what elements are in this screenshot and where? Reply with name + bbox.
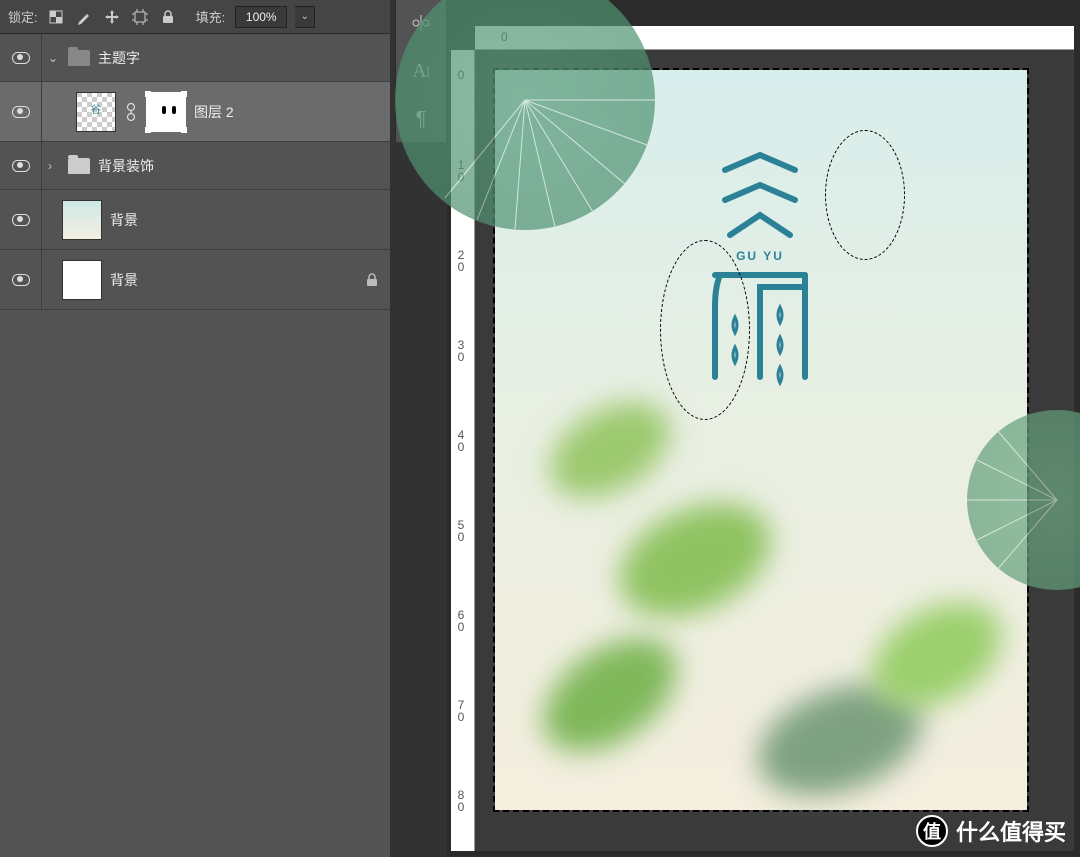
folder-icon [68,50,90,66]
layer-thumbnail[interactable] [62,200,102,240]
lock-icon[interactable] [354,273,390,287]
layer-group-bg-decor[interactable]: › 背景装饰 [0,142,390,190]
layer-group-theme[interactable]: ⌄ 主题字 [0,34,390,82]
fill-dropdown-icon[interactable]: ⌄ [295,6,315,28]
chevron-right-icon[interactable]: › [48,159,60,173]
mask-thumbnail[interactable] [146,92,186,132]
selection-ellipse [660,240,750,420]
watermark-badge: 值 [916,815,948,847]
visibility-toggle[interactable] [0,82,42,141]
link-icon[interactable] [124,100,138,124]
ruler-tick: 30 [454,338,468,362]
layer-name-label: 主题字 [98,48,140,68]
layer-name-label: 图层 2 [194,102,234,122]
lock-move-icon[interactable] [102,7,122,27]
watermark: 值 什么值得买 [916,815,1066,847]
layer-item-bg1[interactable]: 背景 [0,190,390,250]
eye-icon [12,214,30,226]
fill-input[interactable] [235,6,287,28]
lock-transparency-icon[interactable] [46,7,66,27]
visibility-toggle[interactable] [0,250,42,309]
leaf-decoration [523,615,697,775]
ruler-tick: 70 [454,698,468,722]
eye-icon [12,160,30,172]
chevron-down-icon[interactable]: ⌄ [48,51,60,65]
leaf-decoration [534,383,687,517]
folder-icon [68,158,90,174]
fan-decoration [395,0,655,230]
ruler-tick: 60 [454,608,468,632]
leaf-decoration [601,481,788,639]
layer-thumbnail[interactable]: 谷 [76,92,116,132]
selection-ellipse [825,130,905,260]
lock-artboard-icon[interactable] [130,7,150,27]
visibility-toggle[interactable] [0,34,42,81]
layer-thumbnail[interactable] [62,260,102,300]
layer-name-label: 背景 [110,210,138,230]
artboard[interactable]: GU YU [495,70,1027,810]
lock-brush-icon[interactable] [74,7,94,27]
eye-icon [12,274,30,286]
fill-label: 填充: [196,7,226,26]
eye-icon [12,106,30,118]
layer-name-label: 背景 [110,270,138,290]
layers-panel-header: 锁定: 填充: ⌄ [0,0,390,34]
ruler-tick: 50 [454,518,468,542]
visibility-toggle[interactable] [0,142,42,189]
ruler-tick: 40 [454,428,468,452]
ruler-tick: 20 [454,248,468,272]
layer-name-label: 背景装饰 [98,156,154,176]
visibility-toggle[interactable] [0,190,42,249]
canvas-viewport[interactable]: GU YU [475,50,1074,851]
lock-all-icon[interactable] [158,7,178,27]
ruler-tick: 80 [454,788,468,812]
layer-item-bg2[interactable]: 背景 [0,250,390,310]
eye-icon [12,52,30,64]
fan-decoration [967,410,1080,590]
layers-panel: 锁定: 填充: ⌄ ⌄ 主题字 谷 [0,0,390,857]
layer-item-layer2[interactable]: 谷 图层 2 [0,82,390,142]
watermark-text: 什么值得买 [956,815,1066,847]
canvas-area: 0 0 10 20 30 40 50 60 70 80 [447,0,1080,857]
lock-label: 锁定: [8,7,38,26]
